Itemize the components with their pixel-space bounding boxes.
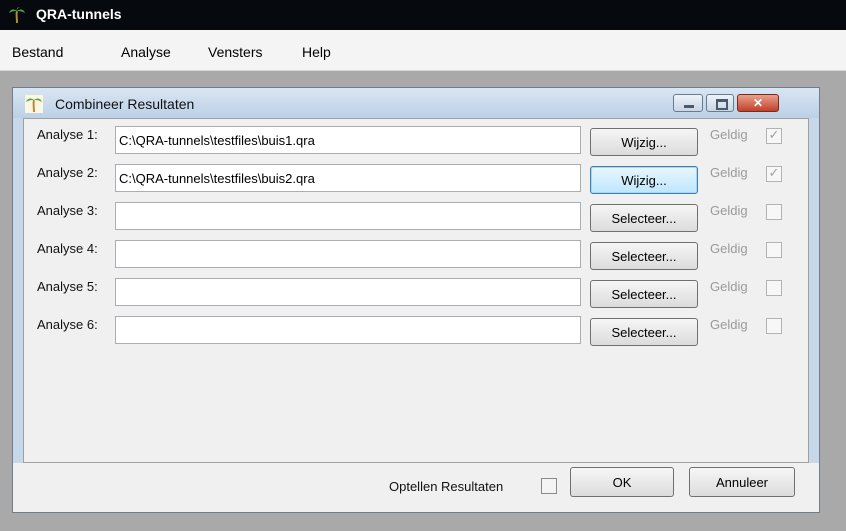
analysis-label: Analyse 6: xyxy=(37,317,98,332)
valid-label: Geldig xyxy=(710,279,748,294)
sum-results-checkbox[interactable] xyxy=(541,478,557,494)
valid-checkbox xyxy=(766,165,782,182)
palm-tree-icon xyxy=(25,95,43,113)
analysis-path-input[interactable] xyxy=(115,126,581,154)
ok-button[interactable]: OK xyxy=(570,467,674,497)
valid-checkbox xyxy=(766,204,782,220)
analysis-label: Analyse 3: xyxy=(37,203,98,218)
close-icon xyxy=(738,95,778,111)
analysis-path-input[interactable] xyxy=(115,316,581,344)
select-button[interactable]: Selecteer... xyxy=(590,318,698,346)
combine-results-dialog: Combineer Resultaten Analyse 1: Wijzig..… xyxy=(12,87,820,513)
app-titlebar: QRA-tunnels xyxy=(0,0,846,30)
app-title: QRA-tunnels xyxy=(36,6,122,22)
valid-label: Geldig xyxy=(710,165,748,180)
select-button[interactable]: Selecteer... xyxy=(590,204,698,232)
select-button[interactable]: Selecteer... xyxy=(590,242,698,270)
dialog-title: Combineer Resultaten xyxy=(55,96,195,112)
dialog-button-bar: Optellen Resultaten OK Annuleer xyxy=(13,463,819,512)
analysis-label: Analyse 2: xyxy=(37,165,98,180)
analysis-path-input[interactable] xyxy=(115,240,581,268)
minimize-icon xyxy=(674,95,702,111)
valid-label: Geldig xyxy=(710,241,748,256)
analysis-label: Analyse 4: xyxy=(37,241,98,256)
menu-bar: Bestand Analyse Vensters Help xyxy=(0,30,846,71)
change-button[interactable]: Wijzig... xyxy=(590,128,698,156)
close-button[interactable] xyxy=(737,94,779,112)
valid-label: Geldig xyxy=(710,203,748,218)
menu-analyse[interactable]: Analyse xyxy=(121,44,171,60)
valid-label: Geldig xyxy=(710,127,748,142)
palm-tree-icon xyxy=(9,7,25,24)
maximize-icon xyxy=(707,95,733,111)
cancel-button[interactable]: Annuleer xyxy=(689,467,795,497)
dialog-titlebar[interactable]: Combineer Resultaten xyxy=(13,88,819,118)
valid-checkbox xyxy=(766,242,782,258)
minimize-button[interactable] xyxy=(673,94,703,112)
menu-vensters[interactable]: Vensters xyxy=(208,44,262,60)
change-button[interactable]: Wijzig... xyxy=(590,166,698,194)
menu-bestand[interactable]: Bestand xyxy=(12,44,63,60)
analysis-label: Analyse 5: xyxy=(37,279,98,294)
analysis-path-input[interactable] xyxy=(115,164,581,192)
analysis-panel: Analyse 1: Wijzig... Geldig Analyse 2: W… xyxy=(23,118,809,463)
maximize-button[interactable] xyxy=(706,94,734,112)
valid-label: Geldig xyxy=(710,317,748,332)
valid-checkbox xyxy=(766,127,782,144)
analysis-path-input[interactable] xyxy=(115,202,581,230)
analysis-label: Analyse 1: xyxy=(37,127,98,142)
valid-checkbox xyxy=(766,318,782,334)
sum-results-label: Optellen Resultaten xyxy=(389,479,504,494)
analysis-path-input[interactable] xyxy=(115,278,581,306)
menu-help[interactable]: Help xyxy=(302,44,331,60)
valid-checkbox xyxy=(766,280,782,296)
select-button[interactable]: Selecteer... xyxy=(590,280,698,308)
